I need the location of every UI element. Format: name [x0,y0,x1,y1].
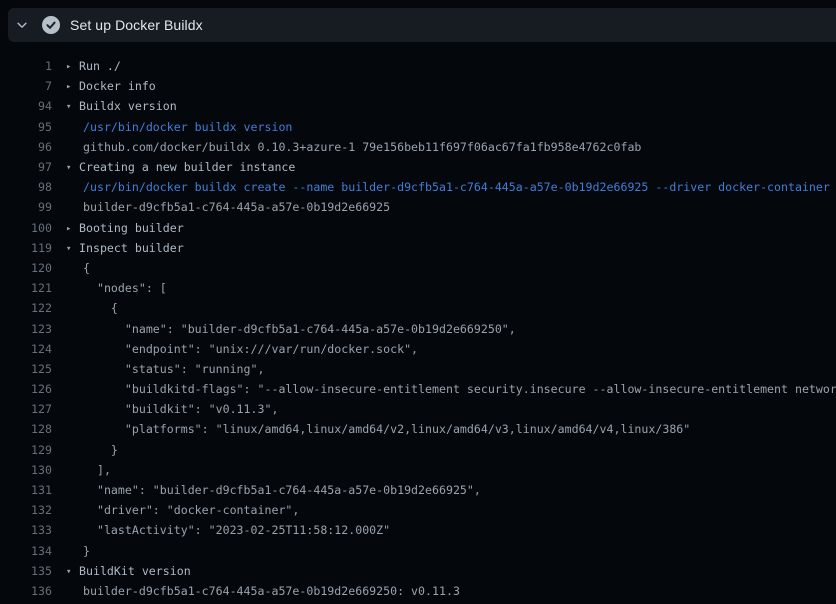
log-group-line[interactable]: 7▸Docker info [0,76,836,96]
line-number[interactable]: 135 [0,564,52,578]
output-text: builder-d9cfb5a1-c764-445a-a57e-0b19d2e6… [52,584,460,598]
log-group-line[interactable]: 119▾Inspect builder [0,238,836,258]
log-line: 95/usr/bin/docker buildx version [0,117,836,137]
line-number[interactable]: 128 [0,422,52,436]
log-line: 126 "buildkitd-flags": "--allow-insecure… [0,379,836,399]
log-line: 131 "name": "builder-d9cfb5a1-c764-445a-… [0,480,836,500]
triangle-collapsed-icon[interactable]: ▸ [66,82,79,92]
output-text: } [52,544,90,558]
step-header[interactable]: Set up Docker Buildx [8,8,836,42]
log-line: 122 { [0,298,836,318]
line-number[interactable]: 125 [0,362,52,376]
line-number[interactable]: 124 [0,342,52,356]
triangle-collapsed-icon[interactable]: ▸ [66,224,79,234]
group-title: ▾BuildKit version [52,564,191,578]
log-line: 136builder-d9cfb5a1-c764-445a-a57e-0b19d… [0,581,836,601]
log-line: 99builder-d9cfb5a1-c764-445a-a57e-0b19d2… [0,197,836,217]
line-number[interactable]: 126 [0,382,52,396]
output-text: ], [52,463,111,477]
log-line: 130 ], [0,460,836,480]
line-number[interactable]: 120 [0,261,52,275]
output-text: } [52,443,118,457]
output-text: "platforms": "linux/amd64,linux/amd64/v2… [52,422,690,436]
output-text: "buildkitd-flags": "--allow-insecure-ent… [52,382,836,396]
output-text: "buildkit": "v0.11.3", [52,402,278,416]
triangle-collapsed-icon[interactable]: ▸ [66,62,79,72]
log-line: 98/usr/bin/docker buildx create --name b… [0,177,836,197]
line-number[interactable]: 132 [0,503,52,517]
log-group-line[interactable]: 135▾BuildKit version [0,561,836,581]
log-line: 121 "nodes": [ [0,278,836,298]
triangle-expanded-icon[interactable]: ▾ [66,163,79,173]
line-number[interactable]: 99 [0,200,52,214]
log-line: 96github.com/docker/buildx 0.10.3+azure-… [0,137,836,157]
log-group-line[interactable]: 97▾Creating a new builder instance [0,157,836,177]
output-text: "nodes": [ [52,281,167,295]
log-line: 133 "lastActivity": "2023-02-25T11:58:12… [0,520,836,540]
triangle-expanded-icon[interactable]: ▾ [66,567,79,577]
line-number[interactable]: 96 [0,140,52,154]
log-group-line[interactable]: 100▸Booting builder [0,218,836,238]
group-title: ▾Creating a new builder instance [52,160,295,174]
log-output: 1▸Run ./7▸Docker info94▾Buildx version95… [0,42,836,601]
chevron-down-icon[interactable] [14,17,30,33]
line-number[interactable]: 121 [0,281,52,295]
line-number[interactable]: 119 [0,241,52,255]
log-group-line[interactable]: 94▾Buildx version [0,96,836,116]
check-circle-icon [42,16,60,34]
log-line: 128 "platforms": "linux/amd64,linux/amd6… [0,419,836,439]
line-number[interactable]: 136 [0,584,52,598]
group-title: ▸Run ./ [52,59,121,73]
log-line: 124 "endpoint": "unix:///var/run/docker.… [0,339,836,359]
output-text: "name": "builder-d9cfb5a1-c764-445a-a57e… [52,322,516,336]
output-text: "status": "running", [52,362,264,376]
line-number[interactable]: 123 [0,322,52,336]
log-line: 125 "status": "running", [0,359,836,379]
line-number[interactable]: 129 [0,443,52,457]
log-line: 129 } [0,440,836,460]
line-number[interactable]: 134 [0,544,52,558]
line-number[interactable]: 133 [0,523,52,537]
log-line: 120{ [0,258,836,278]
output-text: "endpoint": "unix:///var/run/docker.sock… [52,342,418,356]
triangle-expanded-icon[interactable]: ▾ [66,244,79,254]
output-text: "name": "builder-d9cfb5a1-c764-445a-a57e… [52,483,481,497]
output-text: github.com/docker/buildx 0.10.3+azure-1 … [52,140,641,154]
output-text: builder-d9cfb5a1-c764-445a-a57e-0b19d2e6… [52,200,390,214]
line-number[interactable]: 7 [0,79,52,93]
line-number[interactable]: 122 [0,301,52,315]
log-line: 134} [0,541,836,561]
line-number[interactable]: 98 [0,180,52,194]
command-text: /usr/bin/docker buildx create --name bui… [52,180,830,194]
group-title: ▸Docker info [52,79,156,93]
output-text: { [52,261,90,275]
line-number[interactable]: 127 [0,402,52,416]
line-number[interactable]: 131 [0,483,52,497]
line-number[interactable]: 95 [0,120,52,134]
output-text: "lastActivity": "2023-02-25T11:58:12.000… [52,523,390,537]
line-number[interactable]: 1 [0,59,52,73]
output-text: "driver": "docker-container", [52,503,299,517]
command-text: /usr/bin/docker buildx version [52,120,292,134]
line-number[interactable]: 97 [0,160,52,174]
log-line: 132 "driver": "docker-container", [0,500,836,520]
triangle-expanded-icon[interactable]: ▾ [66,102,79,112]
log-line: 127 "buildkit": "v0.11.3", [0,399,836,419]
line-number[interactable]: 100 [0,221,52,235]
log-line: 123 "name": "builder-d9cfb5a1-c764-445a-… [0,318,836,338]
line-number[interactable]: 130 [0,463,52,477]
line-number[interactable]: 94 [0,99,52,113]
output-text: { [52,301,118,315]
group-title: ▸Booting builder [52,221,184,235]
group-title: ▾Inspect builder [52,241,184,255]
step-title: Set up Docker Buildx [70,17,203,33]
group-title: ▾Buildx version [52,99,177,113]
log-group-line[interactable]: 1▸Run ./ [0,56,836,76]
